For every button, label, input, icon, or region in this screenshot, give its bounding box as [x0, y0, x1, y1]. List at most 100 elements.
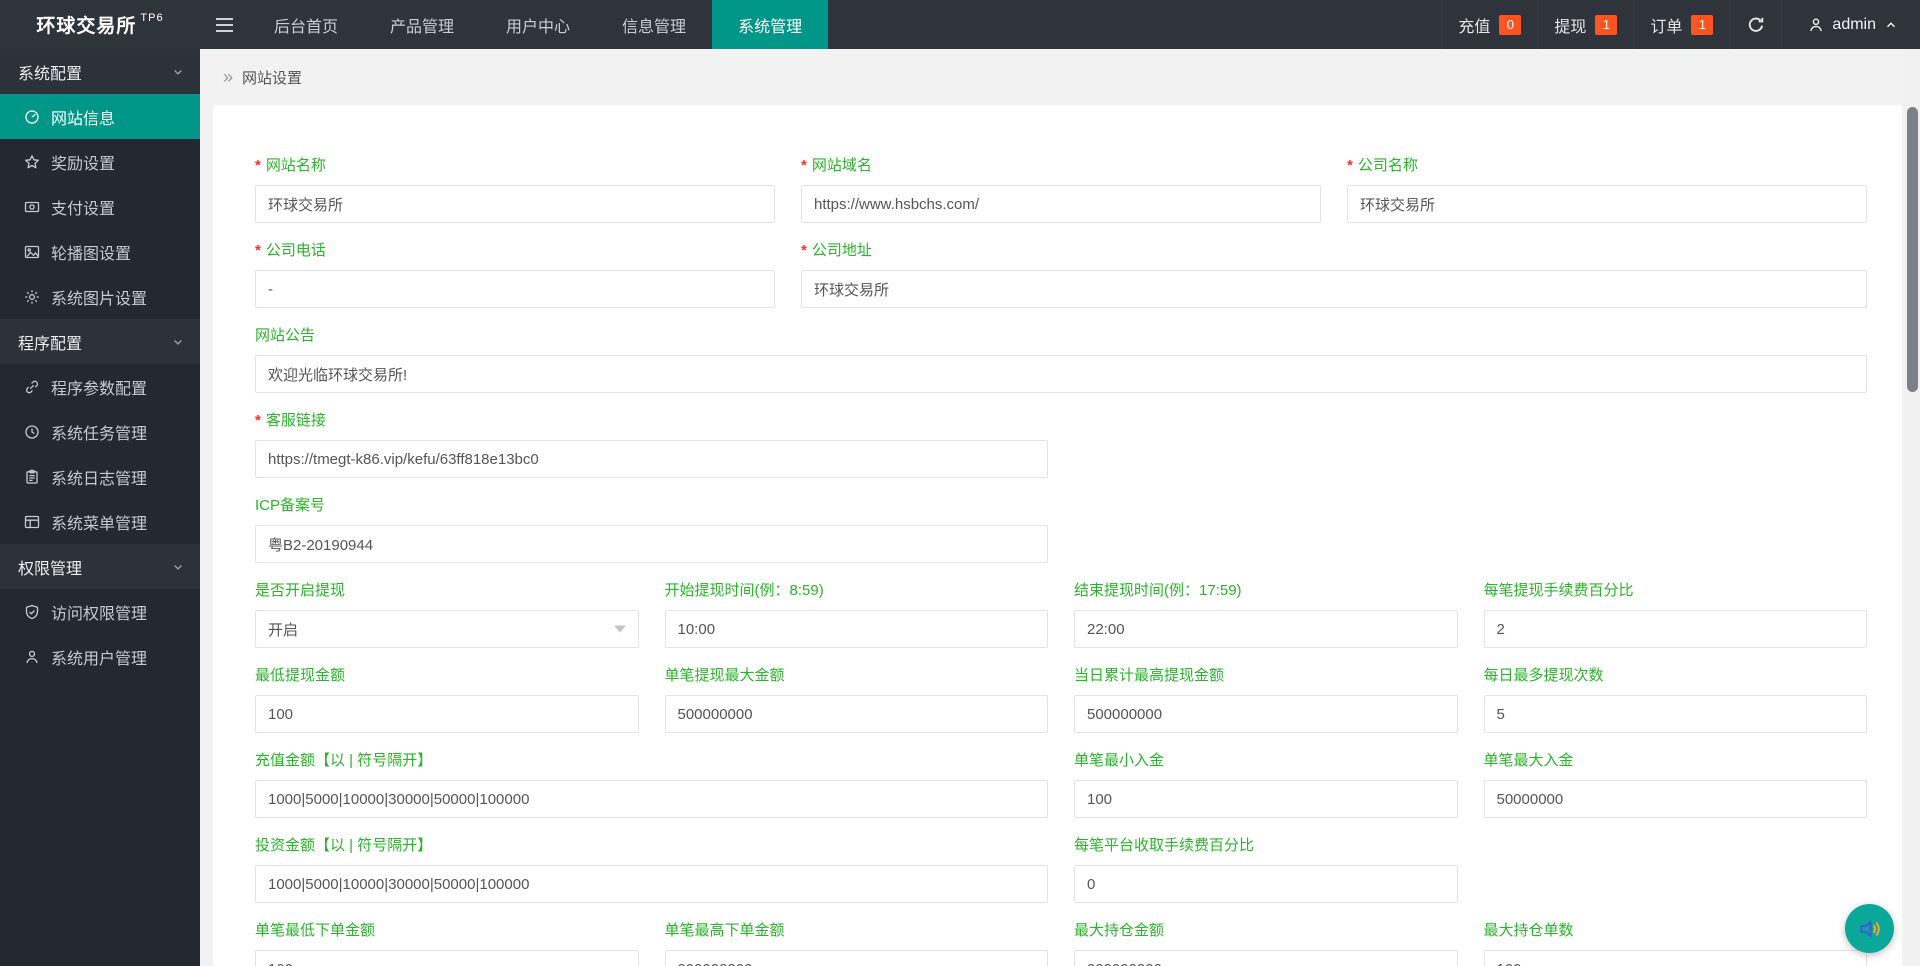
form-field-3: *公司名称 — [1347, 157, 1867, 223]
field-label-text: 单笔最低下单金额 — [255, 922, 375, 940]
field-input-19[interactable] — [1484, 780, 1868, 818]
field-label: 每日最多提现次数 — [1484, 667, 1868, 685]
form-field-5: *公司地址 — [801, 242, 1867, 308]
field-input-11[interactable] — [1074, 610, 1458, 648]
field-control — [665, 695, 1049, 733]
sidebar-item-1-4[interactable]: 轮播图设置 — [0, 229, 200, 274]
field-input-10[interactable] — [665, 610, 1049, 648]
field-control — [255, 185, 775, 223]
field-input-22[interactable] — [255, 950, 639, 966]
field-input-3[interactable] — [1347, 185, 1867, 223]
field-label-text: 每日最多提现次数 — [1484, 667, 1604, 685]
field-label: 充值金额【以 | 符号隔开】 — [255, 752, 1048, 770]
shield-check-icon — [24, 604, 40, 620]
field-input-16[interactable] — [1484, 695, 1868, 733]
field-input-13[interactable] — [255, 695, 639, 733]
sidebar-item-1-2[interactable]: 奖励设置 — [0, 139, 200, 184]
sidebar-item-1-5[interactable]: 系统图片设置 — [0, 274, 200, 319]
field-input-12[interactable] — [1484, 610, 1868, 648]
sidebar-section-label: 程序配置 — [18, 330, 82, 354]
field-control — [801, 185, 1321, 223]
layout-icon — [24, 514, 40, 530]
sidebar-item-3-2[interactable]: 系统用户管理 — [0, 634, 200, 679]
nav-tab-3[interactable]: 用户中心 — [480, 0, 596, 49]
field-input-18[interactable] — [1074, 780, 1458, 818]
refresh-icon — [1747, 16, 1765, 34]
nav-tab-2[interactable]: 产品管理 — [364, 0, 480, 49]
refresh-button[interactable] — [1729, 0, 1781, 49]
form-field-19: 单笔最大入金 — [1484, 752, 1868, 818]
field-label-text: 是否开启提现 — [255, 582, 345, 600]
field-control — [1074, 695, 1458, 733]
nav-tab-5[interactable]: 系统管理 — [712, 0, 828, 49]
user-menu[interactable]: admin — [1781, 0, 1920, 49]
field-input-5[interactable] — [801, 270, 1867, 308]
sidebar-item-2-3[interactable]: 系统日志管理 — [0, 454, 200, 499]
clipboard-icon — [24, 469, 40, 485]
quick-link-1[interactable]: 充值0 — [1441, 0, 1537, 49]
breadcrumb-chevrons-icon: » — [223, 68, 233, 86]
form-field-9: 是否开启提现 — [255, 582, 639, 648]
quick-link-label: 充值 — [1458, 13, 1490, 37]
field-input-7[interactable] — [255, 440, 1048, 478]
field-label: 单笔最大入金 — [1484, 752, 1868, 770]
field-input-15[interactable] — [1074, 695, 1458, 733]
field-input-23[interactable] — [665, 950, 1049, 966]
nav-tab-1[interactable]: 后台首页 — [248, 0, 364, 49]
nav-tab-4[interactable]: 信息管理 — [596, 0, 712, 49]
field-input-24[interactable] — [1074, 950, 1458, 966]
voice-announcement-fab[interactable] — [1845, 904, 1894, 953]
sidebar-item-label: 轮播图设置 — [51, 240, 131, 264]
field-label-text: 投资金额【以 | 符号隔开】 — [255, 837, 432, 855]
field-label: 每笔平台收取手续费百分比 — [1074, 837, 1458, 855]
field-control — [255, 610, 639, 648]
sidebar-section-1[interactable]: 系统配置 — [0, 49, 200, 94]
field-label-text: 单笔最高下单金额 — [665, 922, 785, 940]
sidebar-section-2[interactable]: 程序配置 — [0, 319, 200, 364]
field-input-6[interactable] — [255, 355, 1867, 393]
quick-link-3[interactable]: 订单1 — [1633, 0, 1729, 49]
sidebar-item-3-1[interactable]: 访问权限管理 — [0, 589, 200, 634]
field-label: *网站名称 — [255, 157, 775, 175]
sidebar-item-2-2[interactable]: 系统任务管理 — [0, 409, 200, 454]
sidebar-section-3[interactable]: 权限管理 — [0, 544, 200, 589]
field-input-25[interactable] — [1484, 950, 1868, 966]
quick-link-label: 提现 — [1554, 13, 1586, 37]
form-field-16: 每日最多提现次数 — [1484, 667, 1868, 733]
quick-link-2[interactable]: 提现1 — [1537, 0, 1633, 49]
chevron-down-icon — [172, 66, 184, 78]
link-icon — [24, 379, 40, 395]
field-input-2[interactable] — [801, 185, 1321, 223]
app-logo: 环球交易所 TP6 — [0, 0, 200, 49]
field-control — [255, 695, 639, 733]
sidebar-item-1-1[interactable]: 网站信息 — [0, 94, 200, 139]
field-input-21[interactable] — [1074, 865, 1458, 903]
field-input-4[interactable] — [255, 270, 775, 308]
scrollbar-thumb[interactable] — [1907, 107, 1918, 392]
field-label: 单笔最小入金 — [1074, 752, 1458, 770]
form-field-7: *客服链接 — [255, 412, 1048, 478]
field-label: *公司地址 — [801, 242, 1867, 260]
page-scrollbar — [1905, 49, 1920, 966]
field-label-text: 网站域名 — [812, 157, 872, 175]
topbar: 环球交易所 TP6 后台首页产品管理用户中心信息管理系统管理 充值0提现1订单1 — [0, 0, 1920, 49]
field-control — [665, 950, 1049, 966]
field-label-text: 当日累计最高提现金额 — [1074, 667, 1224, 685]
field-input-14[interactable] — [665, 695, 1049, 733]
form-field-20: 投资金额【以 | 符号隔开】 — [255, 837, 1048, 903]
form-field-12: 每笔提现手续费百分比 — [1484, 582, 1868, 648]
sidebar-item-2-1[interactable]: 程序参数配置 — [0, 364, 200, 409]
hamburger-icon[interactable] — [200, 0, 248, 49]
field-label: 每笔提现手续费百分比 — [1484, 582, 1868, 600]
sidebar-item-2-4[interactable]: 系统菜单管理 — [0, 499, 200, 544]
form-field-25: 最大持仓单数 — [1484, 922, 1868, 966]
field-select-9[interactable] — [255, 610, 639, 648]
field-control — [1484, 780, 1868, 818]
app-logo-tag: TP6 — [140, 12, 163, 24]
field-input-17[interactable] — [255, 780, 1048, 818]
field-input-8[interactable] — [255, 525, 1048, 563]
sidebar-item-1-3[interactable]: 支付设置 — [0, 184, 200, 229]
field-input-20[interactable] — [255, 865, 1048, 903]
field-label-text: 公司地址 — [812, 242, 872, 260]
field-input-1[interactable] — [255, 185, 775, 223]
